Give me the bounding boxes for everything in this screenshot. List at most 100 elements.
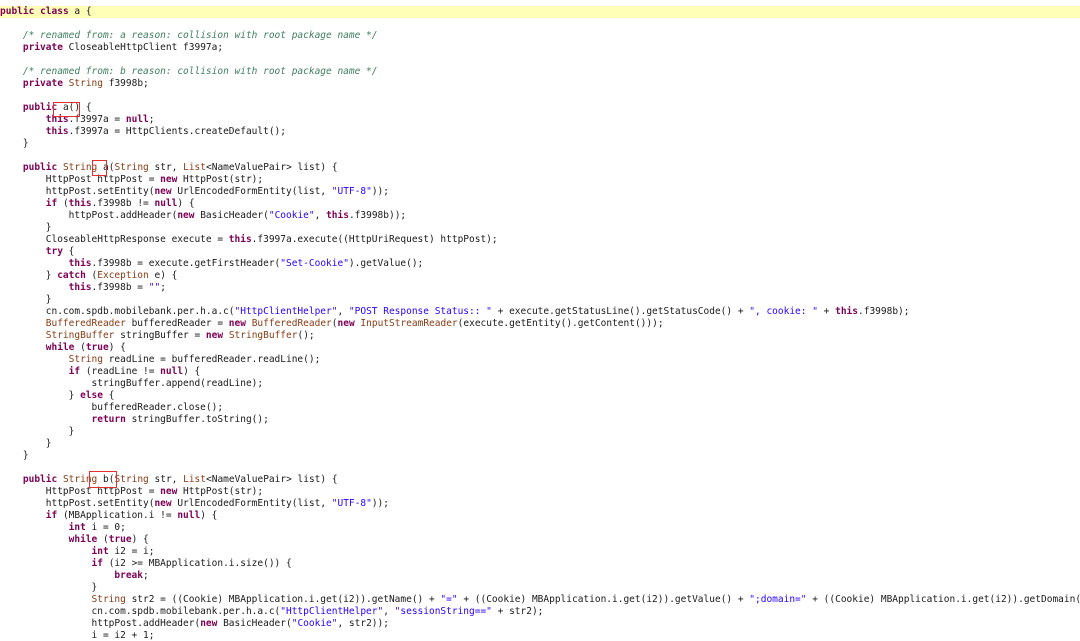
code-token: public (22, 102, 58, 113)
code-token: .f3997a.execute((HttpUriRequest) httpPos… (251, 234, 498, 245)
code-token: "Set-Cookie" (280, 258, 349, 269)
code-token: b( (97, 474, 115, 485)
code-line: } (0, 582, 1080, 594)
code-token: ).getValue(); (348, 258, 424, 269)
code-line: this.f3997a = HttpClients.createDefault(… (0, 126, 1080, 138)
code-token: class (40, 6, 69, 17)
code-token: <NameValuePair> list) { (206, 474, 338, 485)
code-token: "Cookie" (268, 210, 315, 221)
code-line: HttpPost httpPost = new HttpPost(str); (0, 486, 1080, 498)
code-token: BasicHeader( (217, 618, 292, 629)
code-token: "sessionString==" (394, 606, 492, 617)
code-token: if (45, 510, 58, 521)
code-token: StringBuffer (228, 330, 298, 341)
code-line: } (0, 438, 1080, 450)
code-token: String (91, 594, 126, 605)
code-token: "HttpClientHelper" (280, 606, 384, 617)
code-line: cn.com.spdb.mobilebank.per.h.a.c("HttpCl… (0, 606, 1080, 618)
code-token: true (85, 342, 109, 353)
code-token: this (68, 258, 92, 269)
code-line: try { (0, 246, 1080, 258)
code-token: )); (371, 186, 389, 197)
code-line: } catch (Exception e) { (0, 270, 1080, 282)
code-token: null (177, 510, 201, 521)
code-line: while (true) { (0, 534, 1080, 546)
code-line: cn.com.spdb.mobilebank.per.h.a.c("HttpCl… (0, 306, 1080, 318)
code-token: new (154, 186, 172, 197)
code-token: .f3997a = HttpClients.createDefault(); (68, 126, 286, 137)
code-token: ";domain=" (749, 594, 807, 605)
code-token: (readLine != (80, 366, 161, 377)
code-line: String str2 = ((Cookie) MBApplication.i.… (0, 594, 1080, 606)
code-token: bufferedReader = (125, 318, 229, 329)
code-token: BasicHeader( (194, 210, 269, 221)
code-token: "" (148, 282, 161, 293)
code-line: this.f3998b = ""; (0, 282, 1080, 294)
code-token: } (0, 582, 98, 593)
code-token: stringBuffer.append(readLine); (0, 378, 264, 389)
code-token: httpPost.setEntity( (0, 186, 155, 197)
code-editor[interactable]: public class a { /* renamed from: a reas… (0, 0, 1080, 641)
code-token: } (0, 138, 29, 149)
code-token: ) { (183, 366, 201, 377)
code-token: UrlEncodedFormEntity(list, (171, 186, 332, 197)
code-token: new (205, 330, 224, 341)
code-line: StringBuffer stringBuffer = new StringBu… (0, 330, 1080, 342)
code-token: ) { (177, 198, 195, 209)
code-token: UrlEncodedFormEntity(list, (171, 498, 332, 509)
code-token: Exception (97, 270, 149, 281)
code-token: true (108, 534, 132, 545)
code-token: } (0, 450, 29, 461)
code-token: ; (148, 114, 155, 125)
code-token: i = i2 + 1; (0, 630, 155, 641)
code-line: private CloseableHttpClient f3997a; (0, 42, 1080, 54)
code-token: <NameValuePair> list) { (206, 162, 338, 173)
code-token: { (62, 246, 75, 257)
code-line: httpPost.addHeader(new BasicHeader("Cook… (0, 618, 1080, 630)
code-token: ( (74, 342, 86, 353)
code-token: .f3998b = execute.getFirstHeader( (91, 258, 281, 269)
code-line: /* renamed from: a reason: collision wit… (0, 30, 1080, 42)
code-token: str2 = ((Cookie) MBApplication.i.get(i2)… (125, 594, 441, 605)
code-token: e) { (148, 270, 178, 281)
code-token: ; (160, 282, 166, 293)
code-token: StringBuffer (45, 330, 115, 341)
code-line: if (i2 >= MBApplication.i.size()) { (0, 558, 1080, 570)
code-token: } (0, 426, 75, 437)
code-token: httpPost.addHeader( (0, 618, 201, 629)
code-token: ) { (108, 342, 126, 353)
code-token: /* renamed from: a reason: collision wit… (22, 30, 378, 41)
code-token: bufferedReader.close(); (0, 402, 224, 413)
code-token: } (0, 390, 81, 401)
code-line: } (0, 450, 1080, 462)
code-token: new (177, 210, 195, 221)
code-line: this.f3997a = null; (0, 114, 1080, 126)
code-token: i = 0; (85, 522, 126, 533)
code-token: httpPost.setEntity( (0, 498, 155, 509)
code-token: , (383, 606, 395, 617)
code-line: bufferedReader.close(); (0, 402, 1080, 414)
code-token: new (154, 498, 172, 509)
code-token: public (0, 6, 35, 17)
code-line: HttpPost httpPost = new HttpPost(str); (0, 174, 1080, 186)
code-token: , str2)); (337, 618, 389, 629)
code-token: this (835, 306, 858, 317)
code-token: this (326, 210, 349, 221)
code-token: this (68, 198, 92, 209)
code-line: /* renamed from: b reason: collision wit… (0, 66, 1080, 78)
code-token: { (102, 390, 115, 401)
code-token: cn.com.spdb.mobilebank.per.h.a.c( (0, 606, 281, 617)
code-token: try (45, 246, 63, 257)
code-token: .f3997a = (68, 114, 126, 125)
code-line: private String f3998b; (0, 78, 1080, 90)
